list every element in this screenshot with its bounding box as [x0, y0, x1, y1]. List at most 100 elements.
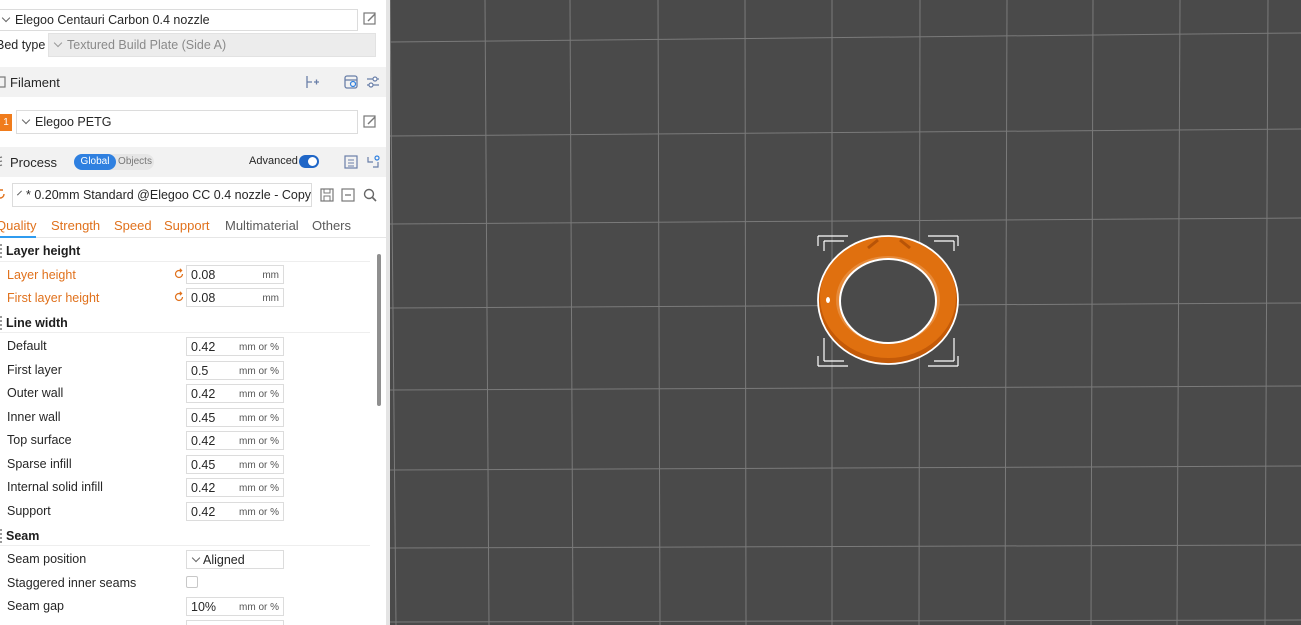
unit-label: mm or %: [239, 507, 279, 518]
group-marker: [0, 316, 2, 330]
filament-settings-icon[interactable]: [365, 74, 381, 90]
bed-type-select[interactable]: Textured Build Plate (Side A): [48, 33, 376, 57]
staggered-seams-label: Staggered inner seams: [7, 576, 137, 590]
bed-type-label: Bed type: [0, 38, 46, 52]
advanced-switch[interactable]: [299, 155, 319, 168]
line-width-outer-wall-label: Outer wall: [7, 386, 64, 400]
line-width-inner-wall-label: Inner wall: [7, 410, 61, 424]
line-width-outer-wall-value: 0.42: [191, 387, 216, 401]
process-icon: [0, 154, 8, 170]
printer-select[interactable]: Elegoo Centauri Carbon 0.4 nozzle: [0, 9, 358, 31]
line-width-inner-wall-input[interactable]: 0.45 mm or %: [186, 408, 284, 427]
line-width-support-input[interactable]: 0.42 mm or %: [186, 502, 284, 521]
line-width-support-value: 0.42: [191, 505, 216, 519]
unit-label: mm or %: [239, 366, 279, 377]
3d-viewport[interactable]: [390, 0, 1301, 625]
tab-quality[interactable]: Quality: [0, 218, 37, 238]
line-width-internal-solid-infill-value: 0.42: [191, 481, 216, 495]
delete-preset-icon[interactable]: [340, 187, 356, 203]
tab-others[interactable]: Others: [312, 218, 351, 233]
divider: [0, 332, 370, 333]
scope-objects-option[interactable]: Objects: [116, 154, 154, 170]
save-preset-icon[interactable]: [319, 187, 335, 203]
group-layer-height-title: Layer height: [6, 244, 81, 258]
process-title: Process: [10, 155, 57, 170]
seam-gap-label: Seam gap: [7, 599, 64, 613]
filament-sync-icon[interactable]: [343, 74, 359, 90]
process-list-icon[interactable]: [343, 154, 359, 170]
unit-label: mm or %: [239, 389, 279, 400]
line-width-first-layer-label: First layer: [7, 363, 62, 377]
filament-title: Filament: [10, 75, 60, 90]
unit-label: mm: [262, 293, 279, 304]
tab-strength[interactable]: Strength: [51, 218, 100, 233]
line-width-default-label: Default: [7, 339, 47, 353]
line-width-outer-wall-input[interactable]: 0.42 mm or %: [186, 384, 284, 403]
bed-type-value: Textured Build Plate (Side A): [67, 38, 227, 52]
unit-label: mm or %: [239, 342, 279, 353]
divider: [0, 261, 370, 262]
filament-slot-badge[interactable]: 1: [0, 114, 12, 131]
scope-toggle[interactable]: Global Objects: [74, 154, 154, 170]
edit-printer-icon[interactable]: [362, 11, 378, 27]
unit-label: mm or %: [239, 483, 279, 494]
reset-preset-icon[interactable]: [0, 186, 8, 202]
line-width-support-label: Support: [7, 504, 51, 518]
advanced-label: Advanced: [249, 155, 298, 167]
line-width-first-layer-input[interactable]: 0.5 mm or %: [186, 361, 284, 380]
settings-tabs: Quality Strength Speed Support Multimate…: [0, 214, 386, 238]
seam-position-label: Seam position: [7, 552, 87, 566]
seam-position-value: Aligned: [203, 553, 245, 567]
tab-multimaterial[interactable]: Multimaterial: [225, 218, 299, 233]
first-layer-height-value: 0.08: [191, 291, 216, 305]
layer-height-value: 0.08: [191, 268, 216, 282]
line-width-default-input[interactable]: 0.42 mm or %: [186, 337, 284, 356]
line-width-inner-wall-value: 0.45: [191, 411, 216, 425]
build-plate-grid: [390, 0, 1301, 625]
chevron-down-icon: [53, 38, 63, 48]
process-preset-select[interactable]: * 0.20mm Standard @Elegoo CC 0.4 nozzle …: [12, 183, 312, 207]
search-icon[interactable]: [362, 187, 378, 203]
next-row-input[interactable]: [186, 620, 284, 625]
unit-label: mm or %: [239, 413, 279, 424]
reset-value-icon[interactable]: [172, 290, 186, 304]
add-filament-icon[interactable]: [304, 74, 320, 90]
tab-speed[interactable]: Speed: [114, 218, 152, 233]
layer-height-label: Layer height: [7, 268, 76, 282]
unit-label: mm or %: [239, 602, 279, 613]
line-width-top-surface-label: Top surface: [7, 433, 72, 447]
unit-label: mm: [262, 270, 279, 281]
printer-select-value: Elegoo Centauri Carbon 0.4 nozzle: [15, 13, 210, 27]
reset-value-icon[interactable]: [172, 267, 186, 281]
model-ring[interactable]: [817, 235, 959, 365]
chevron-down-icon: [17, 190, 22, 196]
chevron-down-icon: [191, 553, 201, 563]
chevron-down-icon: [1, 13, 11, 23]
process-preset-value: * 0.20mm Standard @Elegoo CC 0.4 nozzle …: [26, 188, 312, 202]
line-width-internal-solid-infill-input[interactable]: 0.42 mm or %: [186, 478, 284, 497]
scope-global-option[interactable]: Global: [74, 154, 116, 170]
edit-filament-icon[interactable]: [362, 114, 378, 130]
line-width-first-layer-value: 0.5: [191, 364, 209, 378]
line-width-top-surface-input[interactable]: 0.42 mm or %: [186, 431, 284, 450]
unit-label: mm or %: [239, 436, 279, 447]
layer-height-input[interactable]: 0.08 mm: [186, 265, 284, 284]
group-marker: [0, 529, 2, 543]
filament-section-header: Filament: [0, 67, 386, 97]
group-line-width-title: Line width: [6, 316, 68, 330]
settings-sidebar: Elegoo Centauri Carbon 0.4 nozzle Bed ty…: [0, 0, 386, 625]
staggered-seams-checkbox[interactable]: [186, 576, 198, 588]
line-width-sparse-infill-input[interactable]: 0.45 mm or %: [186, 455, 284, 474]
seam-gap-input[interactable]: 10% mm or %: [186, 597, 284, 616]
filament-select-value: Elegoo PETG: [35, 115, 112, 129]
filament-select[interactable]: Elegoo PETG: [16, 110, 358, 134]
line-width-sparse-infill-value: 0.45: [191, 458, 216, 472]
first-layer-height-input[interactable]: 0.08 mm: [186, 288, 284, 307]
settings-scrollbar[interactable]: [377, 254, 381, 406]
seam-position-select[interactable]: Aligned: [186, 550, 284, 569]
chevron-down-icon: [21, 115, 31, 125]
tab-support[interactable]: Support: [164, 218, 210, 233]
unit-label: mm or %: [239, 460, 279, 471]
process-compare-icon[interactable]: [365, 154, 381, 170]
group-marker: [0, 244, 2, 258]
